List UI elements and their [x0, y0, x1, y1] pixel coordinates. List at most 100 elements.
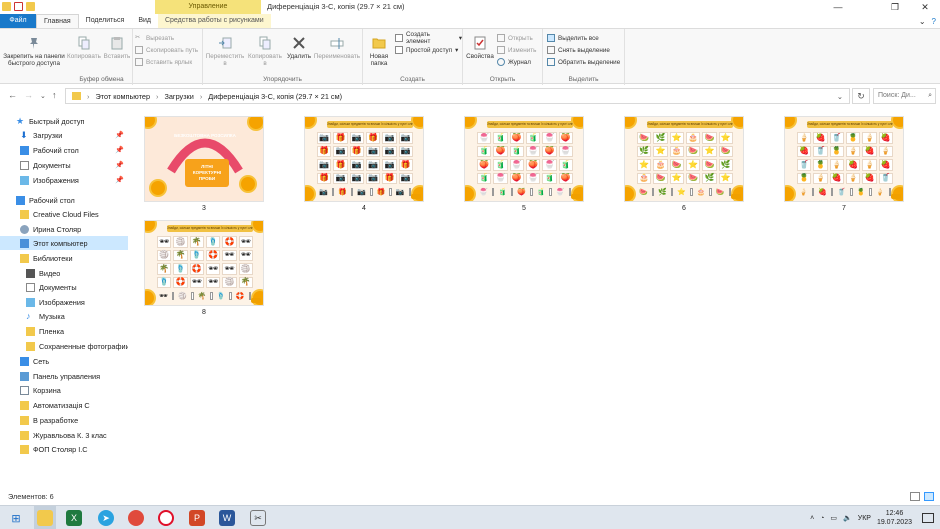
file-thumbnail[interactable]: Знайди, скільки предметів та впиши їх кі… — [464, 116, 584, 202]
volume-icon[interactable]: 🔈 — [843, 514, 852, 522]
chrome-icon[interactable] — [128, 510, 144, 526]
chevron-right-icon[interactable]: › — [87, 92, 89, 101]
chevron-down-icon[interactable] — [38, 2, 44, 11]
powerpoint-icon[interactable]: P — [189, 510, 205, 526]
recent-chevron-icon[interactable]: ⌄ — [40, 92, 46, 100]
chevron-down-icon[interactable]: ⌄ — [919, 17, 926, 26]
word-icon[interactable]: W — [219, 510, 235, 526]
file-item[interactable]: Знайди, скільки предметів та впиши їх кі… — [456, 110, 584, 214]
nav-music[interactable]: ♪ Музыка — [0, 309, 128, 323]
properties-button[interactable]: Свойства — [465, 35, 495, 60]
delete-button[interactable]: Удалить — [285, 35, 313, 60]
nav-quick-access[interactable]: ★ Быстрый доступ — [0, 114, 128, 128]
nav-downloads-pinned[interactable]: ⬇ Загрузки 📌 — [0, 128, 128, 142]
maximize-button[interactable]: ❐ — [880, 0, 910, 14]
close-button[interactable]: ✕ — [910, 0, 940, 14]
windows-start-icon[interactable]: ⊞ — [8, 510, 24, 526]
chevron-right-icon[interactable]: › — [200, 92, 202, 101]
checkmark-icon[interactable] — [14, 2, 23, 11]
nav-recycle-bin[interactable]: Корзина — [0, 383, 128, 397]
chevron-up-icon[interactable]: ˄ — [810, 515, 814, 522]
move-to-button[interactable]: Переместить в — [205, 35, 245, 67]
nav-folder-automation[interactable]: Автоматизація С — [0, 398, 128, 412]
file-thumbnail[interactable]: Знайди, скільки предметів та впиши їх кі… — [304, 116, 424, 202]
folder-icon[interactable] — [26, 2, 35, 11]
new-item-button[interactable]: Создать элемент ▾ — [395, 31, 462, 45]
file-item[interactable]: Знайди, скільки предметів та впиши їх кі… — [616, 110, 744, 214]
back-arrow-icon[interactable]: ← — [8, 90, 17, 100]
nav-pictures[interactable]: Изображения — [0, 295, 128, 309]
refresh-button[interactable]: ↻ — [852, 88, 870, 104]
search-input[interactable]: Поиск: Ди... ⌕ — [873, 88, 936, 104]
nav-user[interactable]: Ирина Столяр — [0, 222, 128, 236]
nav-folder-in-development[interactable]: В разработке — [0, 413, 128, 427]
tab-file[interactable]: Файл — [0, 14, 36, 28]
up-arrow-icon[interactable]: ↑ — [52, 90, 57, 100]
select-all-button[interactable]: Выделить все — [547, 33, 599, 43]
tab-view[interactable]: Вид — [131, 14, 158, 28]
snipping-tool-icon[interactable]: ✂ — [250, 510, 266, 526]
paste-shortcut-button[interactable]: Вставить ярлык — [135, 57, 192, 67]
breadcrumb-current-folder[interactable]: Диференціація 3-С, копія (29.7 × 21 см) — [208, 92, 342, 101]
rename-button[interactable]: Переименовать — [313, 35, 361, 60]
file-name[interactable]: 7 — [784, 205, 904, 212]
large-icons-view-icon[interactable] — [924, 492, 934, 501]
edit-button[interactable]: Изменить — [497, 45, 536, 55]
file-item[interactable]: Знайди, скільки предметів та впиши їх кі… — [136, 214, 264, 318]
breadcrumb-this-pc[interactable]: Этот компьютер — [95, 92, 150, 101]
nav-documents[interactable]: Документы — [0, 280, 128, 294]
excel-icon[interactable]: X — [66, 510, 82, 526]
cut-button[interactable]: ✂ Вырезать — [135, 33, 174, 43]
file-thumbnail[interactable]: Знайди, скільки предметів та впиши їх кі… — [144, 220, 264, 306]
telegram-icon[interactable]: ➤ — [98, 510, 114, 526]
breadcrumb-downloads[interactable]: Загрузки — [164, 92, 193, 101]
file-name[interactable]: 8 — [144, 309, 264, 316]
opera-icon[interactable] — [158, 510, 174, 526]
history-button[interactable]: Журнал — [497, 57, 531, 67]
file-thumbnail[interactable]: БЕЗКОШТОВНА РОЗСИЛКА ЛІТНІ КОРЕКТУРНІ ПР… — [144, 116, 264, 202]
nav-scrollbar[interactable] — [128, 112, 132, 487]
copy-to-button[interactable]: Копировать в — [245, 35, 285, 67]
open-button[interactable]: Открыть — [497, 33, 533, 43]
file-name[interactable]: 5 — [464, 205, 584, 212]
tab-picture-tools[interactable]: Средства работы с рисунками — [157, 14, 271, 28]
nav-control-panel[interactable]: Панель управления — [0, 369, 128, 383]
nav-saved-pictures[interactable]: Сохраненные фотографии — [0, 339, 128, 353]
tab-home[interactable]: Главная — [36, 14, 79, 28]
nav-desktop-pinned[interactable]: Рабочий стол 📌 — [0, 143, 128, 157]
paste-button[interactable]: Вставить — [102, 35, 132, 60]
file-name[interactable]: 4 — [304, 205, 424, 212]
nav-camera-roll[interactable]: Пленка — [0, 324, 128, 338]
context-tab-manage[interactable]: Управление — [155, 0, 261, 14]
select-none-button[interactable]: Снять выделение — [547, 45, 610, 55]
folder-icon[interactable] — [2, 2, 11, 11]
battery-icon[interactable]: ▭ — [830, 514, 837, 522]
easy-access-button[interactable]: Простой доступ ▾ — [395, 45, 458, 55]
forward-arrow-icon[interactable]: → — [24, 90, 33, 100]
file-item[interactable]: Знайди, скільки предметів та впиши їх кі… — [296, 110, 424, 214]
nav-folder-zhuravlova[interactable]: Журавльова К. 3 клас — [0, 428, 128, 442]
file-item[interactable]: БЕЗКОШТОВНА РОЗСИЛКА ЛІТНІ КОРЕКТУРНІ ПР… — [136, 110, 264, 214]
nav-folder-fop[interactable]: ФОП Столяр І.С — [0, 442, 128, 456]
file-thumbnail[interactable]: Знайди, скільки предметів та впиши їх кі… — [624, 116, 744, 202]
chevron-right-icon[interactable]: › — [156, 92, 158, 101]
file-name[interactable]: 6 — [624, 205, 744, 212]
file-explorer-icon[interactable] — [37, 510, 53, 526]
nav-creative-cloud[interactable]: Creative Cloud Files — [0, 207, 128, 221]
chevron-down-icon[interactable]: ⌄ — [837, 92, 843, 101]
nav-videos[interactable]: Видео — [0, 266, 128, 280]
nav-network[interactable]: Сеть — [0, 354, 128, 368]
nav-pictures-pinned[interactable]: Изображения 📌 — [0, 173, 128, 187]
copy-path-button[interactable]: Скопировать путь — [135, 45, 198, 55]
copy-button[interactable]: Копировать — [66, 35, 102, 60]
nav-desktop[interactable]: Рабочий стол — [0, 193, 128, 207]
clock[interactable]: 12:46 19.07.2023 — [877, 509, 912, 527]
address-bar[interactable]: › Этот компьютер › Загрузки › Диференціа… — [65, 88, 850, 104]
nav-this-pc[interactable]: Этот компьютер — [0, 236, 128, 250]
pin-quick-access-button[interactable]: Закрепить на панели быстрого доступа — [2, 35, 66, 67]
wifi-icon[interactable]: ◔ — [820, 515, 824, 522]
minimize-button[interactable]: — — [823, 0, 853, 14]
nav-libraries[interactable]: Библиотеки — [0, 251, 128, 265]
tab-share[interactable]: Поделиться — [79, 14, 132, 28]
language-indicator[interactable]: УКР — [858, 515, 871, 522]
